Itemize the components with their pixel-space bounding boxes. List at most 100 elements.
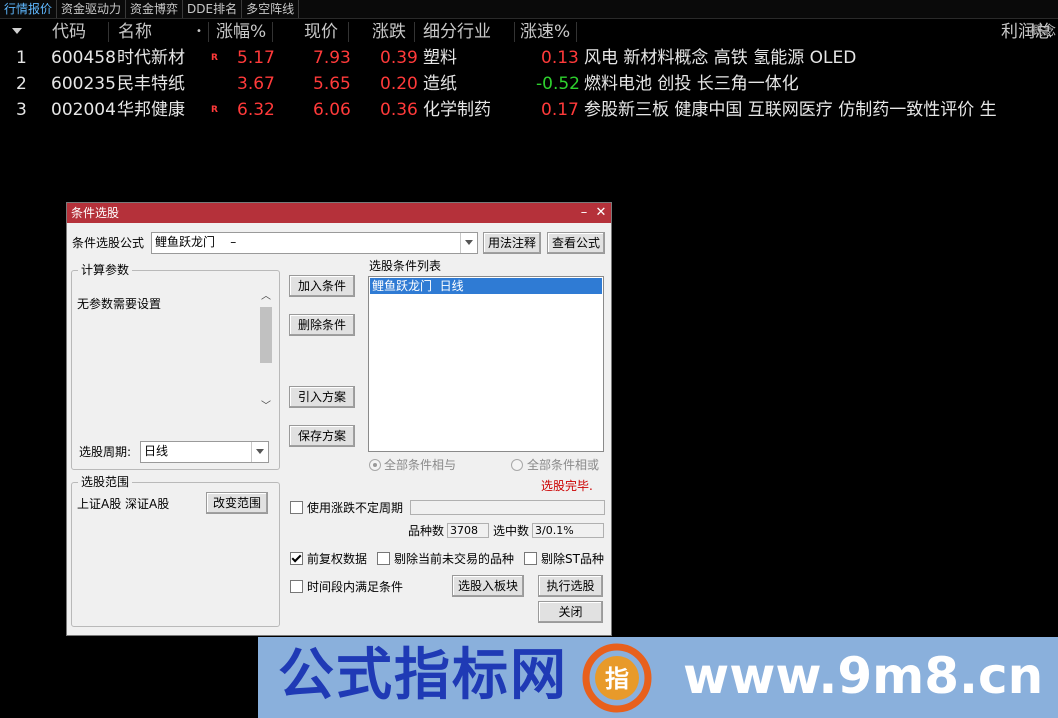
table-row[interactable]: 2 600235 民丰特纸 3.67 5.65 0.20 造纸 -0.52 燃料… [0,71,1058,97]
import-plan-button[interactable]: 引入方案 [289,386,355,408]
dialog-title-bar[interactable]: 条件选股 – ✕ [67,203,611,223]
site-logo-icon: 指 [582,643,652,713]
banner-url: www.9m8.cn [683,647,1044,705]
change-pct: 6.32 [237,100,275,120]
column-divider [348,22,349,42]
top-tab-bar: 行情报价 资金驱动力 资金博弈 DDE排名 多空阵线 [0,0,1058,19]
chevron-down-icon[interactable] [251,442,268,462]
column-divider [108,22,109,42]
condition-picker-dialog: 条件选股 – ✕ 条件选股公式 鲤鱼跃龙门 – 用法注释 查看公式 计算参数 无… [66,202,612,636]
exclude-untraded-checkbox[interactable] [377,552,390,565]
column-change-pct[interactable]: 涨幅% [216,19,266,45]
tab-fund-drive[interactable]: 资金驱动力 [57,0,127,18]
exclude-untraded-label: 剔除当前未交易的品种 [394,552,515,566]
row-index: 2 [16,74,27,94]
formula-select[interactable]: 鲤鱼跃龙门 – [151,232,478,254]
execute-button[interactable]: 执行选股 [538,575,603,597]
chevron-up-icon[interactable]: ︿ [261,291,271,303]
column-price[interactable]: 现价 [304,19,338,45]
status-text: 选股完毕. [541,479,593,493]
exclude-st-checkbox[interactable] [524,552,537,565]
tab-long-short[interactable]: 多空阵线 [242,0,300,18]
stock-code: 600458 [51,48,116,68]
period-select[interactable]: 日线 [140,441,269,463]
count-label: 品种数 [408,524,445,538]
view-formula-button[interactable]: 查看公式 [547,232,605,254]
chevron-down-icon[interactable]: ﹀ [261,401,271,413]
period-value: 日线 [144,444,169,458]
close-button[interactable]: 关闭 [538,601,603,623]
speed: 0.17 [541,100,579,120]
params-group-title: 计算参数 [78,263,133,277]
stock-code: 600235 [51,74,116,94]
time-range-label: 时间段内满足条件 [307,580,404,594]
stock-name: 华邦健康 [117,100,185,120]
price: 7.93 [313,48,351,68]
tab-market-quote[interactable]: 行情报价 [0,0,58,18]
column-change[interactable]: 涨跌 [372,19,406,45]
params-group: 计算参数 无参数需要设置 ︿ ﹀ 选股周期: 日线 [71,263,280,470]
minimize-icon[interactable]: – [577,203,591,223]
margin-badge: R [211,53,218,63]
close-icon[interactable]: ✕ [594,203,608,223]
use-period-label: 使用涨跌不定周期 [307,501,404,515]
watermark-banner: 公式指标网 指 www.9m8.cn [258,637,1058,718]
stock-code: 002004 [51,100,116,120]
column-name-dot: • [196,26,202,37]
exclude-st-label: 剔除ST品种 [541,552,604,566]
concepts: 参股新三板 健康中国 互联网医疗 仿制药一致性评价 生 [584,100,997,120]
change-scope-button[interactable]: 改变范围 [206,492,268,514]
change-pct: 5.17 [237,48,275,68]
column-industry[interactable]: 细分行业 [423,19,491,45]
use-period-checkbox[interactable] [290,501,303,514]
stock-name: 民丰特纸 [117,74,185,94]
table-row[interactable]: 1 600458 时代新材 R 5.17 7.93 0.39 塑料 0.13 风… [0,45,1058,71]
industry: 化学制药 [423,100,491,120]
speed: 0.13 [541,48,579,68]
table-row[interactable]: 3 002004 华邦健康 R 6.32 6.06 0.36 化学制药 0.17… [0,97,1058,123]
tab-dde-rank[interactable]: DDE排名 [183,0,243,18]
price: 6.06 [313,100,351,120]
progress-field [410,500,605,515]
count-value: 3708 [447,523,489,538]
radio-all-or-label: 全部条件相或 [527,458,600,472]
radio-all-and[interactable] [369,459,381,471]
column-divider [272,22,273,42]
scroll-thumb[interactable] [260,307,272,363]
chevron-down-icon[interactable] [460,233,477,253]
params-scrollbar[interactable]: ︿ ﹀ [258,289,274,415]
column-code[interactable]: 代码 [52,19,86,45]
condition-list-label: 选股条件列表 [369,259,442,273]
column-concept-overlay: 概念 [1030,24,1057,39]
condition-list[interactable]: 鲤鱼跃龙门 日线 [368,276,604,452]
sort-down-icon[interactable] [12,28,22,34]
formula-label: 条件选股公式 [72,236,145,250]
tab-fund-game[interactable]: 资金博弈 [126,0,184,18]
change-pct: 3.67 [237,74,275,94]
save-plan-button[interactable]: 保存方案 [289,425,355,447]
time-range-checkbox[interactable] [290,580,303,593]
usage-notes-button[interactable]: 用法注释 [483,232,541,254]
change: 0.39 [380,48,418,68]
industry: 造纸 [423,74,457,94]
speed: -0.52 [536,74,580,94]
restore-checkbox[interactable] [290,552,303,565]
row-index: 3 [16,100,27,120]
column-speed[interactable]: 涨速% [520,19,570,45]
column-name[interactable]: 名称 [118,19,152,45]
list-item[interactable]: 鲤鱼跃龙门 日线 [370,278,602,294]
add-condition-button[interactable]: 加入条件 [289,275,355,297]
scope-group-title: 选股范围 [78,475,133,489]
concepts: 风电 新材料概念 高铁 氢能源 OLED [584,48,857,68]
column-divider [414,22,415,42]
price: 5.65 [313,74,351,94]
change: 0.36 [380,100,418,120]
radio-all-or[interactable] [511,459,523,471]
margin-badge: R [211,105,218,115]
stock-name: 时代新材 [117,48,185,68]
delete-condition-button[interactable]: 删除条件 [289,314,355,336]
to-block-button[interactable]: 选股入板块 [452,575,524,597]
selected-value: 3/0.1% [532,523,604,538]
row-index: 1 [16,48,27,68]
restore-label: 前复权数据 [307,552,368,566]
